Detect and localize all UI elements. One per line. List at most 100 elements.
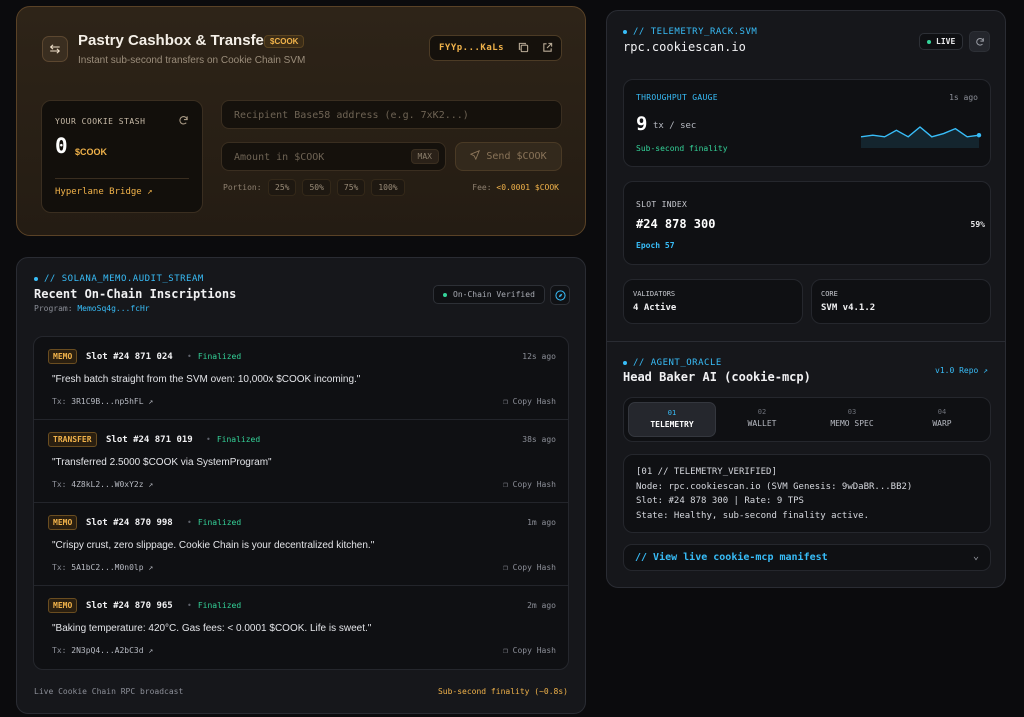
status-finalized: Finalized: [187, 518, 241, 527]
slot-index-panel: SLOT INDEX #24 878 300 59% Epoch 57: [623, 181, 991, 265]
fee-info: Fee: <0.0001 $COOK: [472, 183, 559, 192]
refresh-icon[interactable]: [178, 115, 190, 127]
copy-hash-label: Copy Hash: [512, 646, 556, 655]
program-label: Program:: [34, 304, 73, 313]
copy-hash-button[interactable]: ❐ Copy Hash: [503, 397, 556, 406]
memo-message: "Transferred 2.5000 $COOK via SystemProg…: [52, 457, 272, 468]
compass-icon[interactable]: [550, 285, 570, 305]
transfer-icon: ⇆: [42, 36, 68, 62]
memo-title: Recent On-Chain Inscriptions: [34, 287, 237, 301]
verified-badge: On-Chain Verified: [433, 285, 545, 304]
tx-hash: Tx: 5A1bC2...M0n0lp ↗: [52, 563, 153, 572]
throughput-sparkline: [860, 126, 982, 148]
tx-hash: Tx: 4Z8kL2...W0xY2z ↗: [52, 480, 153, 489]
slot-label: Slot #24 870 998: [86, 518, 173, 528]
external-link-icon[interactable]: ↗: [148, 480, 153, 489]
portion-75-button[interactable]: 75%: [336, 179, 366, 196]
external-link-icon[interactable]: ↗: [148, 397, 153, 406]
slot-index-value: #24 878 300: [636, 217, 716, 231]
memo-message: "Crispy crust, zero slippage. Cookie Cha…: [52, 540, 375, 551]
copy-hash-label: Copy Hash: [512, 397, 556, 406]
time-ago: 1m ago: [527, 518, 556, 527]
sparkline-area: [861, 127, 979, 148]
tab-number: 02: [757, 408, 767, 416]
send-icon: [470, 150, 481, 163]
terminal-line: Slot: #24 878 300 | Rate: 9 TPS: [636, 496, 804, 506]
tx-label: Tx:: [52, 563, 67, 572]
tx-link[interactable]: 2N3pQ4...A2bC3d: [71, 646, 143, 655]
amount-input[interactable]: Amount in $COOK MAX: [221, 142, 446, 171]
tab-wallet[interactable]: 02 WALLET: [718, 402, 806, 437]
copy-hash-button[interactable]: ❐ Copy Hash: [503, 563, 556, 572]
throughput-gauge-panel: THROUGHPUT GAUGE 1s ago 9 tx / sec Sub-s…: [623, 79, 991, 167]
telemetry-section-tag: // TELEMETRY_RACK.SVM: [623, 27, 757, 37]
recipient-placeholder: Recipient Base58 address (e.g. 7xK2...): [234, 110, 469, 121]
external-link-icon[interactable]: ↗: [148, 646, 153, 655]
gauge-value: 9: [636, 113, 648, 135]
memo-section-tag: // SOLANA_MEMO.AUDIT_STREAM: [34, 274, 204, 284]
stash-amount: 0: [55, 134, 68, 158]
slot-label: Slot #24 871 019: [106, 435, 193, 445]
program-id-link[interactable]: MemoSq4g...fcHr: [77, 304, 149, 313]
gauge-label: THROUGHPUT GAUGE: [636, 93, 718, 102]
tab-warp[interactable]: 04 WARP: [898, 402, 986, 437]
list-item: MEMO Slot #24 871 024 Finalized 12s ago …: [34, 337, 568, 420]
copy-hash-button[interactable]: ❐ Copy Hash: [503, 646, 556, 655]
manifest-toggle[interactable]: // View live cookie-mcp manifest ⌄: [623, 544, 991, 571]
epoch-label: Epoch 57: [636, 241, 675, 250]
copy-hash-button[interactable]: ❐ Copy Hash: [503, 480, 556, 489]
gauge-time: 1s ago: [949, 93, 978, 102]
memo-message: "Fresh batch straight from the SVM oven:…: [52, 374, 361, 385]
cookie-stash-panel: YOUR COOKIE STASH 0 $COOK Hyperlane Brid…: [41, 100, 203, 213]
external-link-icon[interactable]: [542, 42, 554, 54]
rpc-host: rpc.cookiescan.io: [623, 40, 746, 54]
list-item: MEMO Slot #24 870 998 Finalized 1m ago "…: [34, 503, 568, 586]
max-button[interactable]: MAX: [410, 149, 439, 164]
refresh-button[interactable]: [969, 31, 990, 52]
tab-memo-spec[interactable]: 03 MEMO SPEC: [808, 402, 896, 437]
stash-label: YOUR COOKIE STASH: [55, 117, 146, 126]
tab-telemetry[interactable]: 01 TELEMETRY: [628, 402, 716, 437]
copy-icon[interactable]: [518, 42, 530, 54]
status-finalized: Finalized: [187, 601, 241, 610]
fee-value: <0.0001 $COOK: [496, 183, 559, 192]
divider: [607, 341, 1005, 342]
portion-100-button[interactable]: 100%: [371, 179, 405, 196]
inscription-list: MEMO Slot #24 871 024 Finalized 12s ago …: [33, 336, 569, 670]
tx-link[interactable]: 5A1bC2...M0n0lp: [71, 563, 143, 572]
status-finalized: Finalized: [206, 435, 260, 444]
portion-50-button[interactable]: 50%: [302, 179, 331, 196]
portion-buttons: 25% 50% 75% 100%: [268, 179, 405, 196]
tx-label: Tx:: [52, 397, 67, 406]
oracle-terminal: [01 // TELEMETRY_VERIFIED] Node: rpc.coo…: [623, 454, 991, 533]
tab-number: 01: [667, 409, 677, 417]
tx-link[interactable]: 4Z8kL2...W0xY2z: [71, 480, 143, 489]
sparkline-point: [976, 132, 982, 138]
portion-25-button[interactable]: 25%: [268, 179, 297, 196]
validators-panel: VALIDATORS 4 Active: [623, 279, 803, 324]
core-value: SVM v4.1.2: [821, 303, 876, 313]
cashbox-title: Pastry Cashbox & Transfer: [78, 32, 270, 49]
memo-badge: MEMO: [48, 349, 78, 364]
stash-unit: $COOK: [75, 147, 108, 157]
repo-link[interactable]: v1.0 Repo ↗: [935, 366, 988, 375]
memo-badge: MEMO: [48, 598, 78, 613]
tx-link[interactable]: 3R1C9B...np5hFL: [71, 397, 143, 406]
core-label: CORE: [821, 290, 838, 298]
footer-finality: Sub-second finality (~0.8s): [437, 687, 568, 696]
core-panel: CORE SVM v4.1.2: [811, 279, 991, 324]
slot-progress: 59%: [970, 220, 985, 229]
send-button[interactable]: Send $COOK: [455, 142, 562, 171]
external-link-icon[interactable]: ↗: [148, 563, 153, 572]
hyperlane-bridge-link[interactable]: Hyperlane Bridge ↗: [55, 187, 153, 197]
copy-hash-label: Copy Hash: [512, 563, 556, 572]
terminal-line: State: Healthy, sub-second finality acti…: [636, 510, 869, 521]
wallet-pill[interactable]: FYYp...KaLs: [429, 35, 562, 61]
list-item: MEMO Slot #24 870 965 Finalized 2m ago "…: [34, 586, 568, 669]
status-finalized: Finalized: [187, 352, 241, 361]
tab-label: WALLET: [747, 419, 777, 428]
time-ago: 12s ago: [522, 352, 556, 361]
slot-label: Slot #24 870 965: [86, 601, 173, 611]
recipient-input[interactable]: Recipient Base58 address (e.g. 7xK2...): [221, 100, 562, 129]
oracle-section-tag: // AGENT_ORACLE: [623, 358, 722, 368]
